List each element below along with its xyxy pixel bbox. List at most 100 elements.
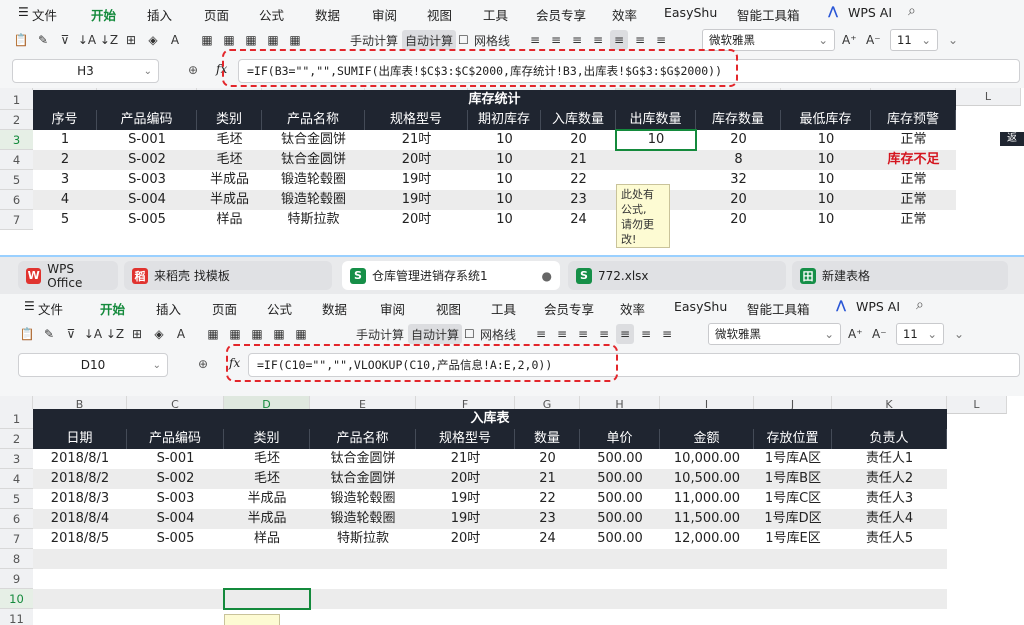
doc-tab-0[interactable]: W WPS Office <box>18 261 118 290</box>
menu-8[interactable]: 工具 <box>483 5 508 24</box>
zoom-search-icon[interactable]: ⊕ <box>198 357 208 371</box>
menu-13[interactable]: WPS AI <box>856 299 900 314</box>
font-name-select[interactable]: 微软雅黑 ⌄ <box>702 29 835 51</box>
row-header-6[interactable]: 6 <box>0 190 33 210</box>
format-painter-icon[interactable]: ✎ <box>40 324 58 344</box>
tab-modified-dot-icon[interactable]: ● <box>542 269 552 283</box>
table-cell[interactable]: 32 <box>696 170 781 190</box>
chevron-down-icon[interactable]: ⌄ <box>153 360 161 371</box>
more-chevron-icon[interactable]: ⌄ <box>948 30 958 50</box>
border-icon[interactable]: ⊞ <box>122 30 140 50</box>
table-cell[interactable]: 1号库C区 <box>754 489 832 509</box>
table-cell[interactable]: 500.00 <box>580 449 660 469</box>
table-cell[interactable]: 毛坯 <box>224 469 310 489</box>
menu-1[interactable]: 开始 <box>100 299 126 323</box>
table-cell[interactable]: 责任人2 <box>832 469 947 489</box>
menu-5[interactable]: 数据 <box>315 5 340 24</box>
table-cell[interactable]: 2018/8/2 <box>33 469 127 489</box>
more-chevron-icon[interactable]: ⌄ <box>954 324 964 344</box>
sheet-grid[interactable]: B C D E F G H I J K L 1 2 3 4 5 6 7 8 9 10 11 入库表 日期 产品编码 类别 产品名称规… <box>0 396 1024 625</box>
align-right-icon[interactable]: ≡ <box>616 324 634 344</box>
table-cell[interactable]: 半成品 <box>224 489 310 509</box>
table-cell[interactable]: 特斯拉款 <box>310 529 416 549</box>
menu-12[interactable]: 智能工具箱 <box>737 5 800 24</box>
table-cell[interactable]: 21吋 <box>365 130 468 150</box>
font-shrink-icon[interactable]: A⁻ <box>872 324 887 344</box>
table-cell[interactable]: 12,000.00 <box>660 529 754 549</box>
table-cell[interactable]: 钛合金圆饼 <box>310 449 416 469</box>
table-cell[interactable]: 20吋 <box>365 210 468 230</box>
row-header-7[interactable]: 7 <box>0 529 33 549</box>
table-cell[interactable]: S-001 <box>97 130 197 150</box>
row-header-1[interactable]: 1 <box>0 409 33 429</box>
doc-tab-4[interactable]: 田新建表格 <box>792 261 1008 290</box>
table-cell[interactable]: 10 <box>468 150 541 170</box>
wrap-icon[interactable]: ▦ <box>198 30 216 50</box>
table-cell[interactable]: 正常 <box>871 170 956 190</box>
table-cell[interactable]: 半成品 <box>224 509 310 529</box>
table-cell[interactable]: 10 <box>468 190 541 210</box>
align-center-icon[interactable]: ≡ <box>589 30 607 50</box>
selected-cell-h3[interactable] <box>615 129 697 151</box>
table-cell[interactable]: 500.00 <box>580 469 660 489</box>
sort-asc-icon[interactable]: ↓A <box>84 324 102 344</box>
menu-6[interactable]: 审阅 <box>380 299 405 318</box>
row-header-3[interactable]: 3 <box>0 130 33 150</box>
clear-icon[interactable]: ≡ <box>547 30 565 50</box>
sort-asc-icon[interactable]: ↓A <box>78 30 96 50</box>
table-cell[interactable]: 毛坯 <box>224 449 310 469</box>
row-header-1[interactable]: 1 <box>0 90 33 110</box>
table-cell[interactable]: 19吋 <box>365 190 468 210</box>
table-cell[interactable]: 24 <box>515 529 580 549</box>
table-cell[interactable]: 正常 <box>871 190 956 210</box>
table-cell[interactable]: 10 <box>781 210 871 230</box>
table-cell[interactable]: 24 <box>541 210 616 230</box>
menu-4[interactable]: 公式 <box>267 299 292 318</box>
freeze-icon[interactable]: ▦ <box>248 324 266 344</box>
menu-11[interactable]: EasyShu <box>674 299 727 314</box>
row-header-5[interactable]: 5 <box>0 170 33 190</box>
calc-icon[interactable]: ▦ <box>286 30 304 50</box>
justify-icon[interactable]: ≡ <box>637 324 655 344</box>
menu-10[interactable]: 效率 <box>620 299 645 318</box>
menu-0[interactable]: 文件 <box>38 299 63 318</box>
table-cell[interactable]: 10 <box>468 170 541 190</box>
row-header-9[interactable]: 9 <box>0 569 33 589</box>
table-cell[interactable]: 样品 <box>197 210 262 230</box>
menu-4[interactable]: 公式 <box>259 5 284 24</box>
table-cell[interactable]: 库存不足 <box>871 150 956 170</box>
table-cell[interactable]: 10 <box>781 150 871 170</box>
menu-5[interactable]: 数据 <box>322 299 347 318</box>
table-cell[interactable]: 1号库B区 <box>754 469 832 489</box>
table-cell[interactable]: 责任人5 <box>832 529 947 549</box>
table-cell[interactable]: 20 <box>696 190 781 210</box>
table-cell[interactable]: 8 <box>696 150 781 170</box>
table-cell[interactable]: 500.00 <box>580 529 660 549</box>
table-cell[interactable]: 责任人4 <box>832 509 947 529</box>
table-cell[interactable]: 21 <box>515 469 580 489</box>
table-cell[interactable]: 20 <box>696 130 781 150</box>
chevron-down-icon[interactable]: ⌄ <box>824 327 834 341</box>
auto-calc-button[interactable]: 自动计算 <box>408 324 463 344</box>
selected-cell-d10[interactable] <box>223 588 311 610</box>
table-cell[interactable]: 20 <box>515 449 580 469</box>
table-cell[interactable]: 10 <box>781 130 871 150</box>
search-icon[interactable]: ⌕ <box>916 297 924 313</box>
table-cell[interactable]: 10 <box>781 190 871 210</box>
menu-2[interactable]: 插入 <box>147 5 172 24</box>
font-color-icon[interactable]: A <box>172 324 190 344</box>
table-cell[interactable]: S-002 <box>127 469 224 489</box>
table-cell[interactable]: 2018/8/1 <box>33 449 127 469</box>
merge-icon[interactable]: ▦ <box>220 30 238 50</box>
table-cell[interactable]: S-003 <box>97 170 197 190</box>
table-icon[interactable]: ≡ <box>526 30 544 50</box>
menu-12[interactable]: 智能工具箱 <box>747 299 810 318</box>
table-cell[interactable]: 20吋 <box>416 529 515 549</box>
table-cell[interactable]: S-004 <box>127 509 224 529</box>
doc-tab-3[interactable]: S 772.xlsx <box>568 261 786 290</box>
table-cell[interactable]: 半成品 <box>197 190 262 210</box>
table-cell[interactable]: 2 <box>33 150 97 170</box>
align-center-icon[interactable]: ≡ <box>595 324 613 344</box>
manual-calc-button[interactable]: 手动计算 <box>350 30 398 50</box>
row-header-10[interactable]: 10 <box>0 589 33 609</box>
